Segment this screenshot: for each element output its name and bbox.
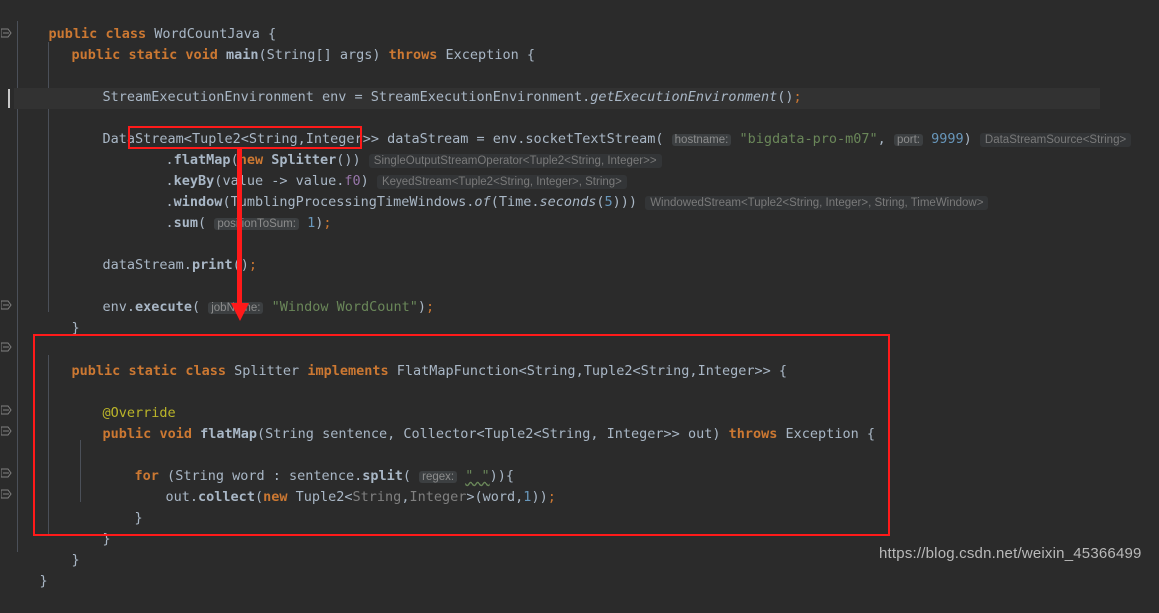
code-line[interactable]: for (String word : sentence.split( regex… [102,445,515,484]
code-editor[interactable]: public class public class WordCountJava … [0,0,1159,589]
fold-marker-icon[interactable] [1,28,12,39]
code-line[interactable]: } [70,508,111,547]
inlay-type-hint: DataStreamSource<String> [979,133,1132,147]
code-line[interactable]: .sum( positionToSum: 1); [133,192,332,231]
fold-marker-icon[interactable] [1,300,12,311]
annotation-arrow-head-icon [231,303,249,321]
number-literal-port: 9999 [931,131,964,147]
text-caret [8,89,10,108]
code-line[interactable]: .flatMap(new Splitter()) SingleOutputStr… [133,129,662,168]
fold-marker-icon[interactable] [1,489,12,500]
string-literal-jobname: "Window WordCount" [271,299,418,315]
code-line[interactable]: } [39,297,80,336]
number-literal-sum-position: 1 [307,215,316,231]
annotation-arrow-shaft [237,149,242,304]
code-line[interactable]: out.collect(new Tuple2<String,Integer>(w… [133,466,556,505]
code-line[interactable]: public class public class WordCountJava … [16,3,277,42]
code-line[interactable]: .window(TumblingProcessingTimeWindows.of… [133,171,989,210]
code-line[interactable]: } [39,529,80,568]
code-line[interactable]: public static void main(String[] args) t… [39,24,535,63]
code-line[interactable]: dataStream.print(); [70,234,257,273]
code-line[interactable]: public void flatMap(String sentence, Col… [70,403,875,442]
code-line[interactable]: } [102,487,143,526]
fold-marker-icon[interactable] [1,342,12,353]
code-line[interactable]: @Override [70,382,176,421]
closing-brace: } [39,573,48,589]
fold-marker-icon[interactable] [1,405,12,416]
code-line[interactable]: StreamExecutionEnvironment env = StreamE… [70,66,802,105]
closing-brace: } [71,552,80,568]
fold-marker-icon[interactable] [1,426,12,437]
param-hint-hostname: hostname: [671,134,732,146]
param-hint-port: port: [893,134,923,146]
closing-brace: } [134,510,143,526]
string-literal-hostname: "bigdata-pro-m07" [739,131,878,147]
watermark-text: https://blog.csdn.net/weixin_45366499 [879,545,1142,562]
code-line[interactable]: DataStream<Tuple2<String,Integer>> dataS… [70,108,1132,147]
code-line[interactable]: .keyBy(value -> value.f0) KeyedStream<Tu… [133,150,627,189]
editor-gutter[interactable] [0,0,14,573]
code-line[interactable]: env.execute( jobName: "Window WordCount"… [70,276,435,315]
closing-brace: } [102,531,111,547]
code-line[interactable]: } [7,550,48,589]
fold-marker-icon[interactable] [1,468,12,479]
param-hint-positiontosum: positionToSum: [214,218,299,230]
inlay-type-hint: WindowedStream<Tuple2<String, Integer>, … [645,196,989,210]
code-line[interactable]: public static class Splitter implements … [39,340,788,379]
closing-brace: } [71,320,80,336]
